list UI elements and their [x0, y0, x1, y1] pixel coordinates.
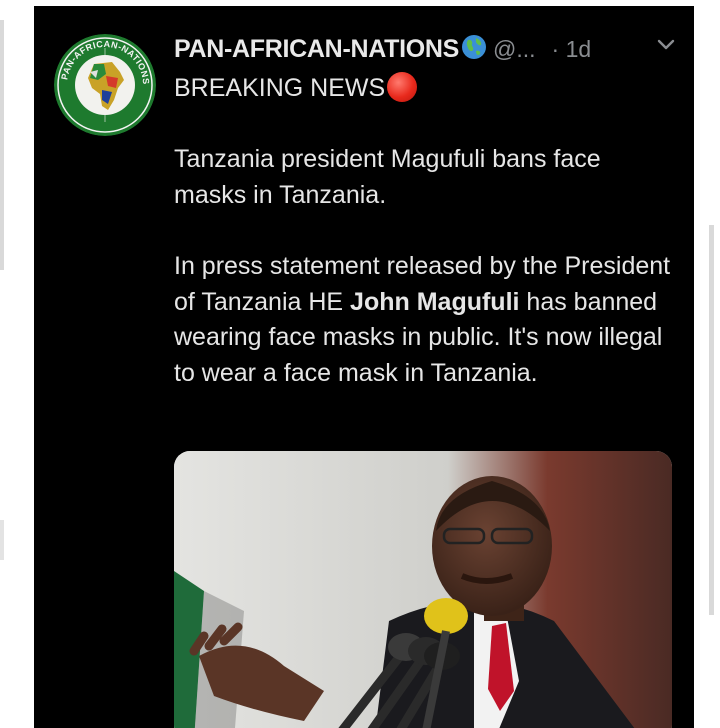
pan-african-nations-logo: PAN-AFRICAN-NATIONS [54, 34, 156, 136]
background-edge-left [0, 20, 4, 270]
tweet-paragraph-2: In press statement released by the Presi… [174, 249, 672, 391]
tweet-header: PAN-AFRICAN-NATIONS @... · 1d [174, 34, 676, 70]
timestamp[interactable]: · 1d [552, 36, 592, 62]
tweet-photo[interactable] [174, 451, 672, 728]
tweet-card[interactable]: PAN-AFRICAN-NATIONS PAN-AFRICAN-NATIONS … [34, 6, 694, 728]
tweet-paragraph-1: Tanzania president Magufuli bans face ma… [174, 145, 601, 209]
handle[interactable]: @... [493, 36, 536, 62]
chevron-down-icon[interactable] [656, 38, 676, 57]
globe-icon [461, 34, 487, 65]
avatar[interactable]: PAN-AFRICAN-NATIONS [54, 34, 156, 136]
background-edge-left-lower [0, 520, 4, 560]
display-name[interactable]: PAN-AFRICAN-NATIONS [174, 35, 459, 63]
president-speaking-photo [174, 451, 672, 728]
background-edge-right [709, 225, 714, 615]
breaking-news-label: BREAKING NEWS [174, 74, 386, 102]
red-circle-icon [387, 72, 418, 102]
breaking-news-line: BREAKING NEWS [174, 72, 418, 103]
paragraph2-bold-name: John Magufuli [350, 287, 520, 316]
